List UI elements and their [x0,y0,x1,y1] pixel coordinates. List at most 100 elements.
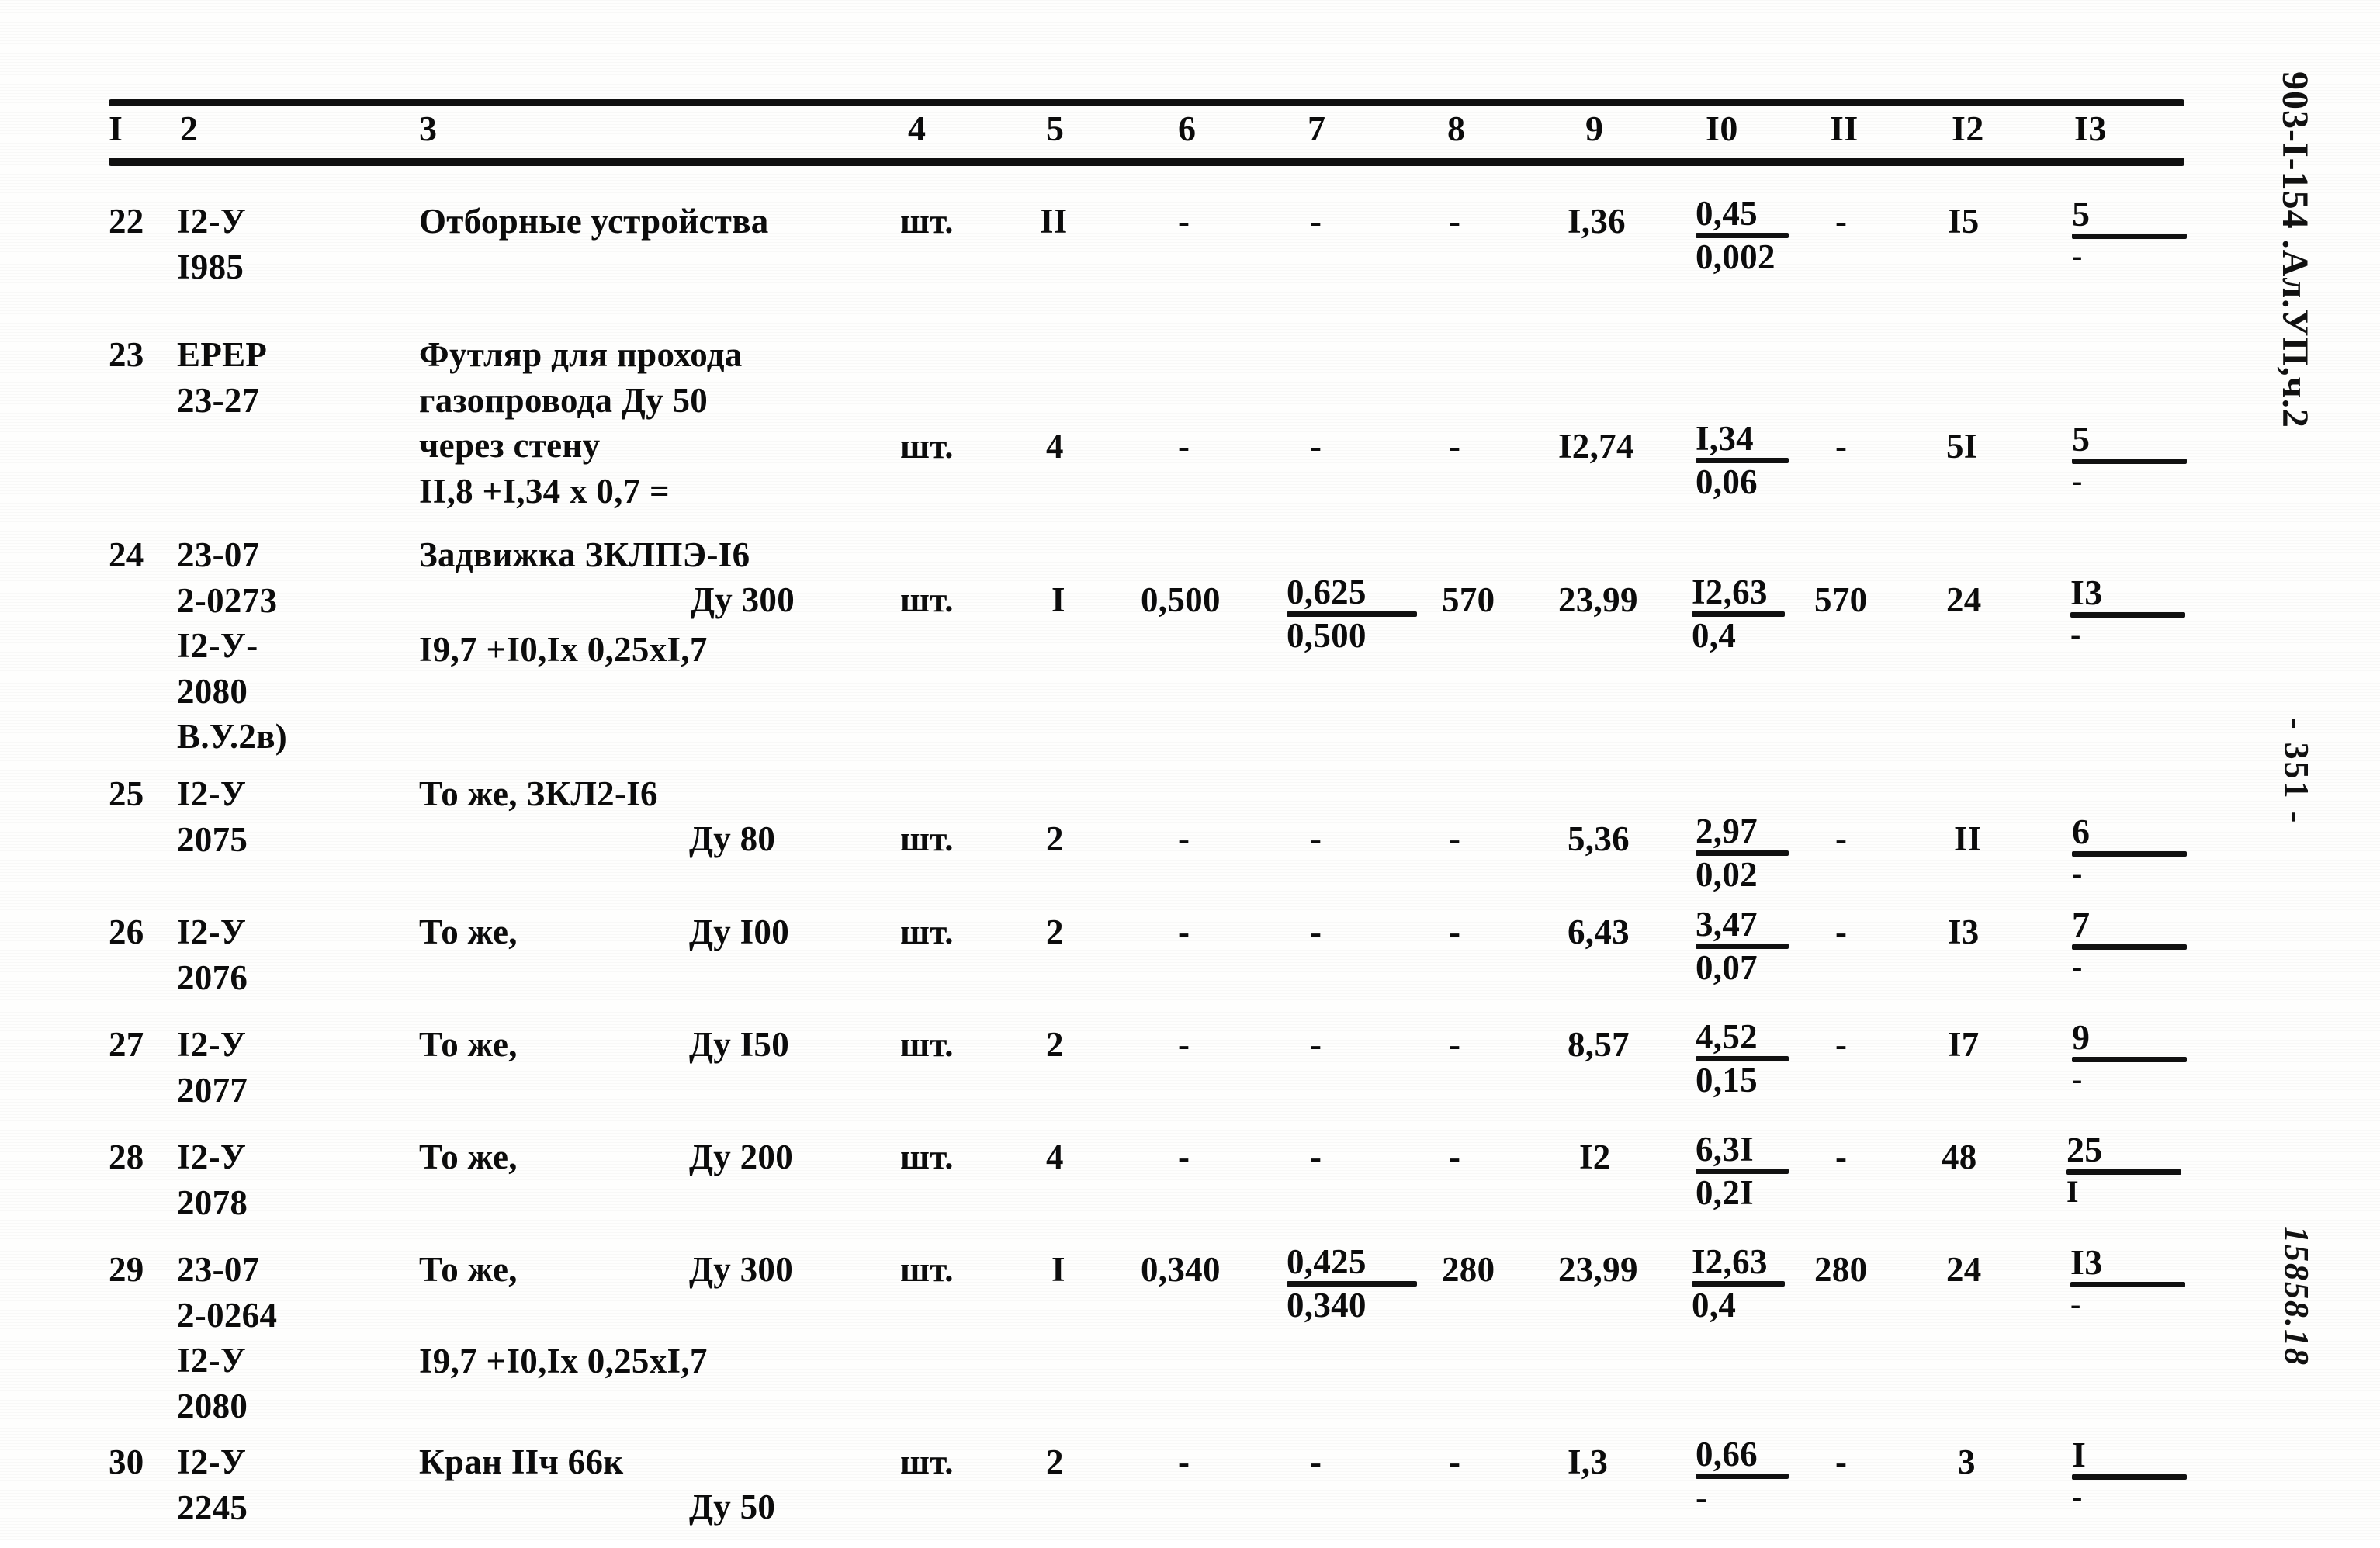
row-code: I2-У 2245 [177,1442,248,1527]
row-unit: шт. [900,913,954,951]
fraction-bar [2070,1281,2185,1287]
fraction-bar [1696,1473,1789,1479]
row-description: То же, ЗКЛ2-I6 [419,774,658,813]
table-row: 22 I2-У I985 Отборные устройства шт. II … [109,196,2188,315]
fraction-bar [2072,850,2187,857]
table-row: 30 I2-У 2245 Кран IIч 66к Ду 50 шт. 2 - … [109,1435,2188,1548]
row-code: I2-У 2078 [177,1138,248,1222]
row-col11: - [1835,1025,1848,1064]
row-col12: 3 [1958,1442,1976,1481]
row-col11: 570 [1814,580,1868,619]
row-col7-denominator: 0,500 [1287,615,1367,655]
fraction-bar [2072,1474,2187,1480]
row-col10-numerator: 3,47 [1696,905,1758,944]
archive-code: 15858.18 [2278,1226,2316,1366]
row-col6: 0,340 [1141,1250,1221,1289]
row-col7: - [1310,913,1322,951]
row-col10-denominator: 0,2I [1696,1172,1754,1212]
row-col10-fraction: 0,66 - [1696,1436,1789,1516]
row-col11: - [1835,427,1848,466]
row-col10-fraction: 3,47 0,07 [1696,906,1789,986]
row-unit: шт. [900,427,954,466]
row-col8: - [1449,202,1461,241]
row-col12: 48 [1942,1138,1977,1176]
row-col10-numerator: 6,3I [1696,1130,1754,1169]
table-row: 29 23-07 2-0264 I2-У 2080 То же, Ду 300 … [109,1242,2188,1425]
row-col6: 0,500 [1141,580,1221,619]
row-col9: I,36 [1568,202,1626,241]
row-code: ЕРЕР 23-27 [177,335,268,420]
row-col7-numerator: 0,625 [1287,573,1367,611]
table-row: 28 I2-У 2078 То же, Ду 200 шт. 4 - - - I… [109,1130,2188,1234]
row-col13-denominator: - [2072,237,2084,273]
row-qty: 2 [1046,819,1064,858]
table-header-rule [109,158,2184,166]
row-col7-fraction: 0,425 0,340 [1287,1244,1417,1324]
row-col13-fraction: I3 - [2070,574,2185,650]
row-col10-fraction: I2,63 0,4 [1692,574,1785,654]
row-col10-numerator: I,34 [1696,419,1754,458]
row-col13-numerator: 7 [2072,905,2091,944]
column-header-11: II [1830,109,1859,148]
column-header-10: I0 [1706,109,1738,148]
row-code: I2-У 2075 [177,774,248,859]
table-row: 23 ЕРЕР 23-27 Футляр для прохода газопро… [109,332,2188,518]
table-row: 24 23-07 2-0273 I2-У- 2080 В.У.2в) Задви… [109,532,2188,756]
column-header-6: 6 [1178,109,1197,148]
row-col6: - [1178,1138,1190,1176]
table-top-rule [109,99,2184,106]
row-col9: 23,99 [1558,580,1638,619]
row-col10-fraction: 6,3I 0,2I [1696,1131,1789,1211]
fraction-bar [2070,611,2185,618]
row-unit: шт. [900,1138,954,1176]
row-col10-numerator: 2,97 [1696,812,1758,850]
row-col13-fraction: 5 - [2072,421,2187,497]
row-description-3: I9,7 +I0,Iх 0,25хI,7 [419,1342,708,1380]
row-code: 23-07 2-0273 I2-У- 2080 В.У.2в) [177,535,288,756]
row-description-2: Ду I50 [689,1025,790,1064]
row-col10-denominator: 0,06 [1696,462,1758,501]
column-header-12: I2 [1952,109,1984,148]
row-col12: I5 [1948,202,1980,241]
row-number: 28 [109,1138,144,1176]
row-col13-numerator: I [2072,1435,2087,1474]
row-col7: - [1310,1025,1322,1064]
row-col8: - [1449,1138,1461,1176]
row-col10-fraction: 0,45 0,002 [1696,196,1789,275]
row-col13-denominator: - [2070,616,2083,652]
row-qty: 2 [1046,1442,1064,1481]
row-col11: 280 [1814,1250,1868,1289]
column-header-4: 4 [908,109,927,148]
row-col13-fraction: 6 - [2072,813,2187,889]
row-col9: 23,99 [1558,1250,1638,1289]
page-number: - 351 - [2278,718,2316,826]
row-description: То же, [419,1025,518,1064]
row-col11: - [1835,819,1848,858]
table-row: 25 I2-У 2075 То же, ЗКЛ2-I6 Ду 80 шт. 2 … [109,771,2188,892]
row-qty: 4 [1046,427,1064,466]
row-col6: - [1178,427,1190,466]
row-qty: 4 [1046,1138,1064,1176]
row-col10-fraction: 2,97 0,02 [1696,813,1789,893]
row-col10-numerator: I2,63 [1692,1242,1768,1281]
row-col13-numerator: 25 [2066,1130,2103,1169]
fraction-bar [2072,458,2187,464]
row-col9: I,3 [1568,1442,1609,1481]
row-col13-numerator: I3 [2070,1242,2103,1282]
row-col13-denominator: - [2072,948,2084,984]
row-col12: 24 [1946,580,1982,619]
row-col13-denominator: - [2072,855,2084,891]
row-col10-denominator: 0,15 [1696,1060,1758,1100]
row-description: Отборные устройства [419,202,769,241]
row-col13-fraction: 5 - [2072,196,2187,272]
row-col9: 8,57 [1568,1025,1630,1064]
row-col13-denominator: - [2072,462,2084,498]
row-col13-numerator: 5 [2072,194,2091,234]
row-col11: - [1835,1138,1848,1176]
fraction-bar [2072,233,2187,239]
row-col13-denominator: I [2066,1173,2080,1209]
row-col10-denominator: 0,02 [1696,854,1758,894]
row-col7: - [1310,1442,1322,1481]
row-code: I2-У I985 [177,202,247,286]
row-col9: I2 [1579,1138,1611,1176]
